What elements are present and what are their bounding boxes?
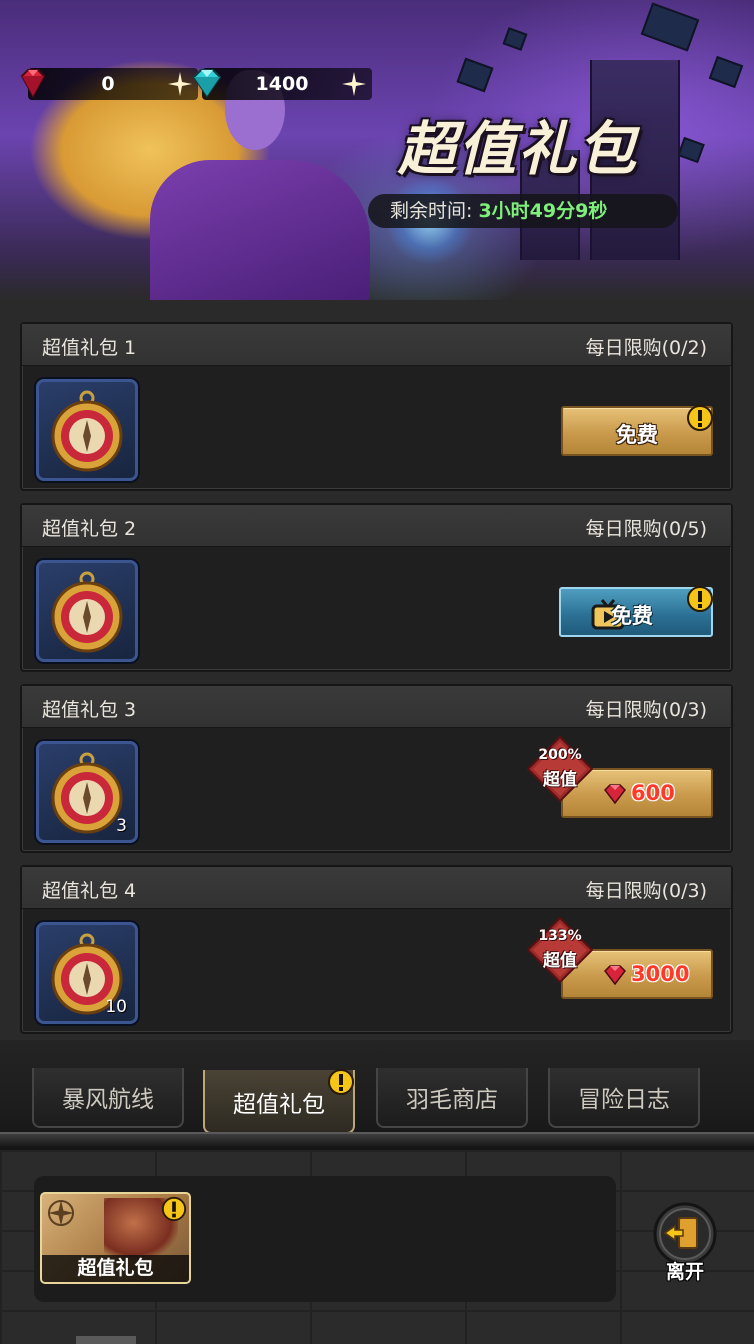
value-badge: 200% 超值	[527, 736, 593, 802]
item-slot[interactable]	[36, 560, 138, 662]
gift-pack-3: 超值礼包 3 每日限购(0/3) 3 600 200% 超值	[20, 684, 733, 853]
item-count: 3	[116, 816, 127, 836]
free-claim-button[interactable]: 免费	[561, 405, 713, 456]
diamond-amount: 1400	[255, 73, 309, 95]
gift-pack-4: 超值礼包 4 每日限购(0/3) 10 3000 133% 超值	[20, 865, 733, 1034]
scroll-indicator[interactable]	[76, 1336, 136, 1344]
item-slot[interactable]: 10	[36, 922, 138, 1024]
pack-daily-limit: 每日限购(0/2)	[585, 337, 707, 359]
remaining-time: 剩余时间: 3小时49分9秒	[368, 194, 678, 228]
ruby-currency: 0	[20, 68, 198, 100]
price-label: 600	[631, 781, 675, 805]
floating-rock	[640, 2, 700, 52]
value-percent: 200%	[538, 747, 582, 763]
price-label: 3000	[631, 962, 690, 986]
heroine-body	[150, 160, 370, 300]
gift-pack-1: 超值礼包 1 每日限购(0/2) 免费	[20, 322, 733, 491]
pack-header: 超值礼包 3 每日限购(0/3)	[22, 686, 731, 728]
gift-pack-2: 超值礼包 2 每日限购(0/5) 免费	[20, 503, 733, 672]
compass-icon	[51, 390, 123, 472]
pack-title: 超值礼包 2	[42, 518, 137, 540]
floating-rock	[708, 55, 744, 89]
activity-card-label: 超值礼包	[77, 1257, 154, 1279]
alert-icon	[687, 586, 713, 612]
compass-icon	[51, 571, 123, 653]
item-slot[interactable]: 3	[36, 741, 138, 843]
tab-value-pack[interactable]: 超值礼包	[203, 1069, 355, 1134]
ruby-price-icon	[604, 965, 626, 986]
watch-ad-free-button[interactable]: 免费	[559, 586, 713, 637]
leave-button[interactable]: 离开	[650, 1202, 720, 1288]
alert-icon	[161, 1196, 187, 1222]
diamond-currency: 1400	[192, 68, 372, 100]
floating-rock	[502, 27, 528, 51]
tab-rail	[0, 1132, 754, 1146]
banner-title: 超值礼包	[398, 115, 639, 183]
value-percent: 133%	[538, 928, 582, 944]
value-word: 超值	[543, 770, 577, 790]
floating-rock	[456, 57, 494, 93]
tab-storm-route[interactable]: 暴风航线	[32, 1068, 184, 1128]
ruby-gem-icon	[20, 69, 46, 99]
floating-rock	[677, 136, 705, 164]
cyan-diamond-icon	[192, 69, 222, 98]
add-diamond-icon[interactable]	[340, 70, 368, 98]
header-banner: 0 1400 超值礼包 剩余时间: 3小时49分9秒	[0, 0, 754, 300]
tab-label: 冒险日志	[578, 1087, 670, 1113]
pack-daily-limit: 每日限购(0/3)	[585, 880, 707, 902]
ruby-amount: 0	[101, 73, 115, 95]
tab-feather-shop[interactable]: 羽毛商店	[376, 1068, 528, 1128]
compass-rose-icon	[48, 1200, 74, 1226]
value-badge: 133% 超值	[527, 917, 593, 983]
value-pack-activity-card[interactable]: 超值礼包	[40, 1192, 191, 1284]
pack-header: 超值礼包 2 每日限购(0/5)	[22, 505, 731, 547]
ruby-price-icon	[604, 784, 626, 805]
tab-adventure-log[interactable]: 冒险日志	[548, 1068, 700, 1128]
bottom-area: 超值礼包 离开	[0, 1150, 754, 1344]
pack-header: 超值礼包 4 每日限购(0/3)	[22, 867, 731, 909]
pack-title: 超值礼包 3	[42, 699, 137, 721]
pack-daily-limit: 每日限购(0/3)	[585, 699, 707, 721]
item-count: 10	[105, 997, 127, 1017]
leave-label: 离开	[665, 1261, 704, 1283]
pack-title: 超值礼包 1	[42, 337, 137, 359]
pack-daily-limit: 每日限购(0/5)	[585, 518, 707, 540]
item-slot[interactable]	[36, 379, 138, 481]
shop-tab-bar: 暴风航线 超值礼包 羽毛商店 冒险日志	[0, 1040, 754, 1150]
button-label: 免费	[611, 604, 653, 628]
alert-icon	[687, 405, 713, 431]
alert-icon	[328, 1069, 354, 1095]
tab-label: 暴风航线	[62, 1087, 154, 1113]
pack-title: 超值礼包 4	[42, 880, 137, 902]
activity-panel: 超值礼包	[34, 1176, 616, 1302]
value-word: 超值	[543, 951, 577, 971]
tab-label: 羽毛商店	[406, 1087, 498, 1113]
timer-label: 剩余时间:	[390, 200, 473, 222]
compass-icon	[51, 752, 123, 834]
timer-value: 3小时49分9秒	[478, 200, 608, 222]
pack-header: 超值礼包 1 每日限购(0/2)	[22, 324, 731, 366]
